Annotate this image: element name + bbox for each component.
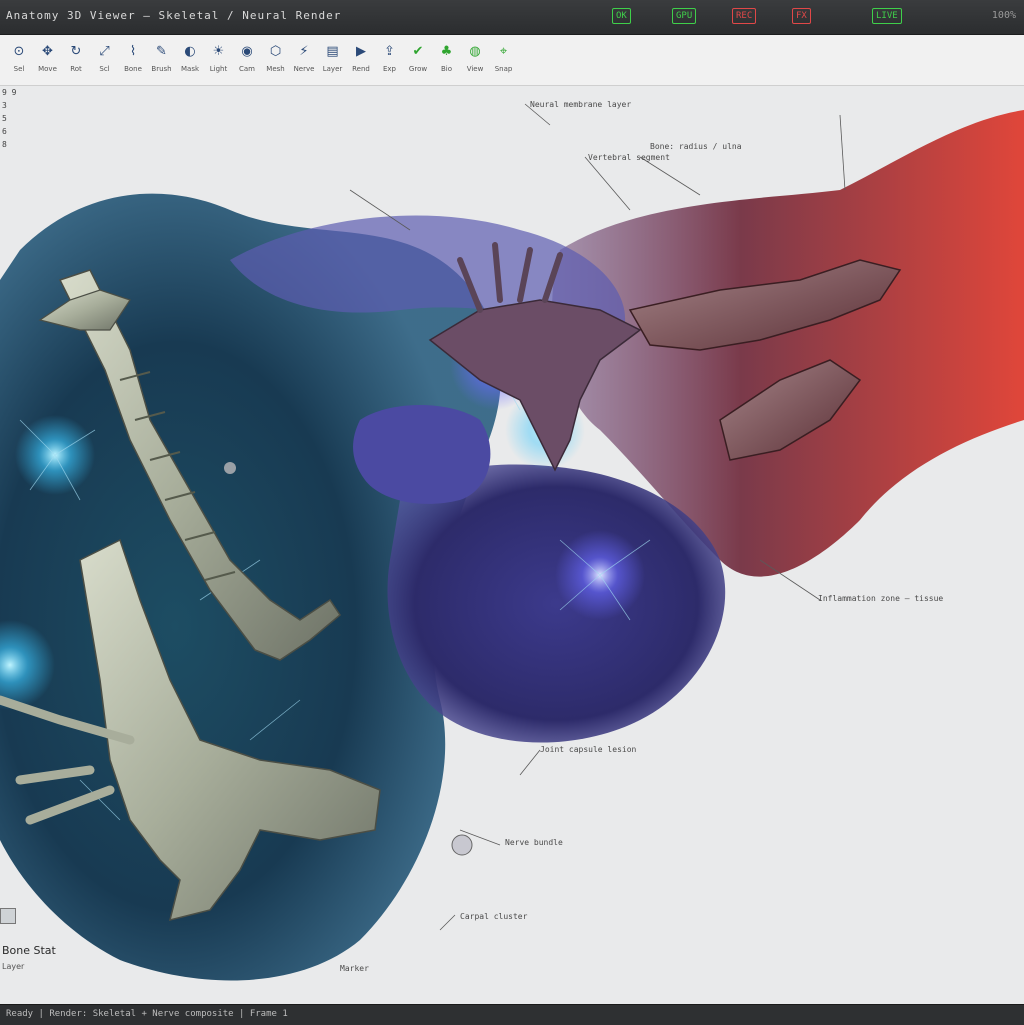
tool-label: Light xyxy=(209,65,228,73)
tool-label: Cam xyxy=(239,65,255,73)
light-tool[interactable]: ☀ Light xyxy=(206,41,232,81)
snap-tool[interactable]: ⌖ Snap xyxy=(491,41,517,81)
view-icon: ◍ xyxy=(469,44,481,59)
tool-label: Brush xyxy=(151,65,172,73)
tool-label: Scl xyxy=(99,65,110,73)
purple-tissue-mass[interactable] xyxy=(387,464,726,743)
rotate-tool[interactable]: ↻ Rot xyxy=(63,41,89,81)
tool-label: Nerve xyxy=(293,65,315,73)
status-text: Ready | Render: Skeletal + Nerve composi… xyxy=(6,1009,288,1019)
layer-icon[interactable] xyxy=(0,908,16,924)
select-icon: ⊙ xyxy=(13,44,25,59)
select-tool[interactable]: ⊙ Sel xyxy=(6,41,32,81)
toolbar: ⊙ Sel ✥ Move ↻ Rot ⤢ Scl ⌇ Bone ✎ Brush ◐ Mask ☀ Light ◉… xyxy=(0,35,1024,86)
view-tool[interactable]: ◍ View xyxy=(462,41,488,81)
tool-label: Layer xyxy=(322,65,343,73)
marker-dot[interactable] xyxy=(224,462,236,474)
title-bar: Anatomy 3D Viewer — Skeletal / Neural Re… xyxy=(0,0,1024,35)
nerve-icon: ⚡ xyxy=(299,44,309,59)
status-bar: Ready | Render: Skeletal + Nerve composi… xyxy=(0,1004,1024,1025)
tool-label: Sel xyxy=(13,65,25,73)
tool-label: Exp xyxy=(382,65,396,73)
viewport-canvas[interactable] xyxy=(0,86,1024,1004)
status-chip[interactable]: OK xyxy=(612,8,631,24)
annotation-label: Inflammation zone — tissue xyxy=(818,594,944,603)
tool-label: Mask xyxy=(180,65,200,73)
tool-label: Bio xyxy=(440,65,453,73)
bio-icon: ♣ xyxy=(440,44,453,59)
bio-tool[interactable]: ♣ Bio xyxy=(434,41,460,81)
bottom-left-label: Bone Stat xyxy=(2,944,56,957)
status-chip[interactable]: LIVE xyxy=(872,8,902,24)
annotation-label: Marker xyxy=(340,964,369,973)
tool-label: Rot xyxy=(70,65,82,73)
camera-icon: ◉ xyxy=(241,44,253,59)
mask-icon: ◐ xyxy=(184,44,196,59)
render-icon: ▶ xyxy=(356,44,366,59)
move-tool[interactable]: ✥ Move xyxy=(35,41,61,81)
nerve-tool[interactable]: ⚡ Nerve xyxy=(291,41,317,81)
annotation-label: Nerve bundle xyxy=(505,838,563,847)
marker-dot[interactable] xyxy=(451,834,473,856)
mesh-tool[interactable]: ⬡ Mesh xyxy=(263,41,289,81)
export-tool[interactable]: ⇪ Exp xyxy=(377,41,403,81)
tool-label: Snap xyxy=(494,65,513,73)
status-chip[interactable]: REC xyxy=(732,8,757,24)
bottom-left-sublabel: Layer xyxy=(2,962,25,971)
tool-label: Move xyxy=(38,65,57,73)
layer-icon: ▤ xyxy=(326,44,339,59)
scale-icon: ⤢ xyxy=(99,44,110,59)
export-icon: ⇪ xyxy=(384,44,395,59)
mask-tool[interactable]: ◐ Mask xyxy=(177,41,203,81)
tool-label: View xyxy=(466,65,484,73)
snap-icon: ⌖ xyxy=(499,44,508,59)
camera-tool[interactable]: ◉ Cam xyxy=(234,41,260,81)
tool-label: Bone xyxy=(124,65,142,73)
annotation-label: Carpal cluster xyxy=(460,912,528,921)
annotation-label: Neural membrane layer xyxy=(530,100,632,109)
window-title: Anatomy 3D Viewer — Skeletal / Neural Re… xyxy=(6,9,342,22)
bone-tool[interactable]: ⌇ Bone xyxy=(120,41,146,81)
status-chip-group: OK GPU REC FX LIVE xyxy=(612,8,912,24)
annotation-label: Joint capsule lesion xyxy=(540,745,637,754)
grow-tool[interactable]: ✔ Grow xyxy=(405,41,431,81)
annotation-label: Vertebral segment xyxy=(588,153,670,162)
tool-label: Grow xyxy=(408,65,428,73)
light-icon: ☀ xyxy=(212,44,225,59)
grow-icon: ✔ xyxy=(412,44,424,59)
render-tool[interactable]: ▶ Rend xyxy=(348,41,374,81)
rotate-icon: ↻ xyxy=(70,44,82,59)
tool-label: Mesh xyxy=(266,65,285,73)
bone-icon: ⌇ xyxy=(129,44,137,59)
mesh-icon: ⬡ xyxy=(269,44,282,59)
zoom-readout: 100% xyxy=(991,10,1016,21)
move-icon: ✥ xyxy=(42,44,53,59)
scale-tool[interactable]: ⤢ Scl xyxy=(92,41,118,81)
brush-tool[interactable]: ✎ Brush xyxy=(149,41,175,81)
annotation-label: Bone: radius / ulna xyxy=(650,142,742,151)
brush-icon: ✎ xyxy=(156,44,167,59)
layer-tool[interactable]: ▤ Layer xyxy=(320,41,346,81)
status-chip[interactable]: FX xyxy=(792,8,811,24)
tool-label: Rend xyxy=(352,65,370,73)
status-chip[interactable]: GPU xyxy=(672,8,697,24)
